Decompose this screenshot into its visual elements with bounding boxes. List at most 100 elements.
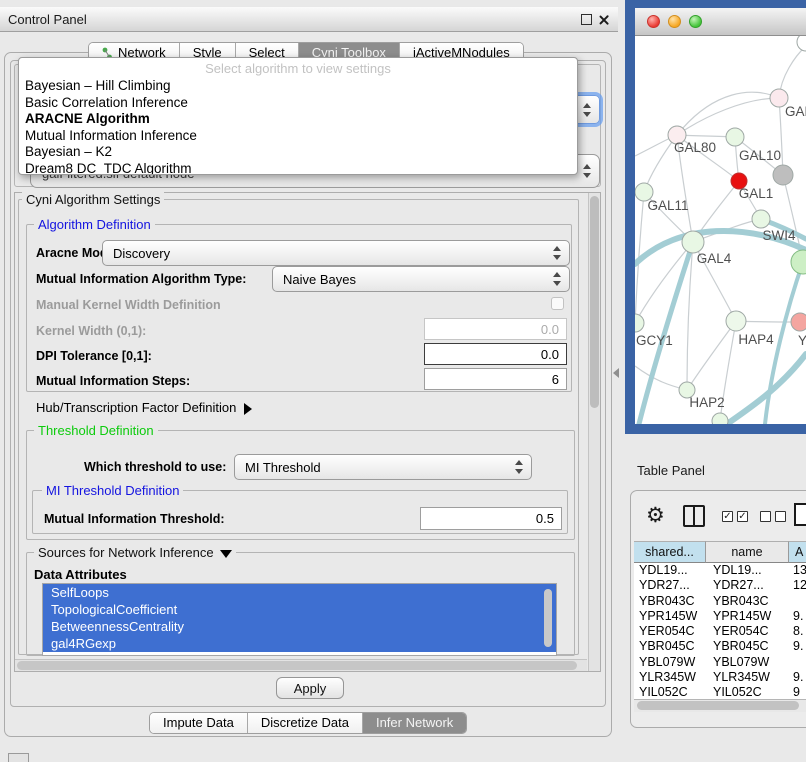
window-minimize-icon[interactable]: [668, 15, 681, 28]
mi-threshold-field[interactable]: 0.5: [420, 507, 562, 530]
which-threshold-label: Which threshold to use:: [84, 460, 226, 474]
table-cell: [789, 655, 806, 670]
table-row[interactable]: YER054CYER054C8.: [634, 624, 806, 639]
mi-steps-label: Mutual Information Steps:: [36, 374, 190, 388]
network-canvas[interactable]: GAL2 GAL80 GAL10 GAL1 GAL11 SWI4 GAL4 GC…: [635, 36, 806, 424]
data-attribute-item[interactable]: SelfLoops: [43, 584, 556, 601]
data-attribute-item[interactable]: gal4RGexp: [43, 635, 556, 652]
column-header-name[interactable]: name: [706, 541, 789, 563]
table-row[interactable]: YBL079WYBL079W: [634, 655, 806, 670]
network-window-titlebar[interactable]: [635, 8, 806, 36]
bottom-left-widget[interactable]: [8, 753, 29, 762]
table-row[interactable]: YBR045CYBR045C9.: [634, 639, 806, 654]
algorithm-popup-item[interactable]: Dream8 DC_TDC Algorithm: [19, 161, 577, 176]
table-horizontal-scrollbar-thumb[interactable]: [637, 701, 799, 710]
sources-group-title: Sources for Network Inference: [38, 545, 214, 560]
unchecked-column-icon[interactable]: [775, 511, 786, 522]
table-row[interactable]: YLR345WYLR345W9.: [634, 670, 806, 685]
table-cell: YBR045C: [706, 639, 789, 654]
node-label: GAL2: [785, 104, 806, 119]
window-close-icon[interactable]: [647, 15, 660, 28]
checked-column-icon[interactable]: ✓: [737, 511, 748, 522]
page-icon[interactable]: [794, 503, 806, 526]
cyni-bottom-tabs: Impute Data Discretize Data Infer Networ…: [149, 712, 467, 734]
manual-kernel-checkbox[interactable]: [551, 297, 564, 310]
control-panel-title: Control Panel: [8, 12, 87, 27]
table-cell: YIL052C: [706, 685, 789, 699]
table-row[interactable]: YIL052CYIL052C9: [634, 685, 806, 699]
sources-group-toggle[interactable]: Sources for Network Inference: [34, 545, 236, 560]
table-cell: YPR145W: [706, 609, 789, 624]
table-cell: [789, 594, 806, 609]
table-cell: YBR043C: [634, 594, 706, 609]
data-attributes-label: Data Attributes: [34, 567, 127, 582]
mi-steps-field[interactable]: 6: [424, 368, 567, 390]
threshold-definition-title: Threshold Definition: [34, 423, 158, 438]
node-label: GAL10: [739, 148, 781, 163]
split-panel-icon[interactable]: [683, 505, 705, 527]
node-label: GAL1: [739, 186, 774, 201]
which-threshold-combo[interactable]: MI Threshold: [234, 454, 532, 480]
algorithm-popup-item[interactable]: Basic Correlation Inference: [19, 95, 577, 112]
tab-impute-data-label: Impute Data: [163, 713, 234, 733]
table-body: YDL19...YDL19...13YDR27...YDR27...12YBR0…: [634, 563, 806, 699]
attributes-list-scrollbar[interactable]: [544, 589, 552, 647]
panel-divider-handle[interactable]: [613, 368, 619, 378]
table-cell: YPR145W: [634, 609, 706, 624]
algorithm-popup-item[interactable]: Bayesian – K2: [19, 144, 577, 161]
mi-threshold-label: Mutual Information Threshold:: [44, 512, 225, 526]
mi-type-label: Mutual Information Algorithm Type:: [36, 272, 246, 286]
hub-definition-toggle[interactable]: Hub/Transcription Factor Definition: [36, 400, 252, 415]
algorithm-popup-item[interactable]: ARACNE Algorithm: [19, 111, 577, 128]
table-cell: 9: [789, 685, 806, 699]
table-cell: YDR27...: [706, 578, 789, 593]
table-cell: YDL19...: [634, 563, 706, 578]
node-label: GAL4: [697, 251, 732, 266]
column-header-shared-name[interactable]: shared...: [634, 541, 706, 563]
table-cell: YLR345W: [706, 670, 789, 685]
apply-button[interactable]: Apply: [276, 677, 344, 699]
settings-vertical-scrollbar-thumb[interactable]: [590, 196, 599, 408]
gear-icon[interactable]: ⚙: [646, 503, 665, 529]
node-label: GAL11: [647, 198, 688, 213]
combo-stepper-icon: [553, 246, 562, 260]
tab-infer-network[interactable]: Infer Network: [363, 713, 466, 733]
table-cell: 9.: [789, 609, 806, 624]
table-cell: YBR043C: [706, 594, 789, 609]
window-zoom-icon[interactable]: [689, 15, 702, 28]
algorithm-popup: Select algorithm to view settings Bayesi…: [18, 57, 578, 175]
aracne-mode-combo[interactable]: Discovery: [102, 240, 570, 266]
tab-impute-data[interactable]: Impute Data: [150, 713, 248, 733]
unchecked-column-icon[interactable]: [760, 511, 771, 522]
table-row[interactable]: YPR145WYPR145W9.: [634, 609, 806, 624]
table-row[interactable]: YDL19...YDL19...13: [634, 563, 806, 578]
table-cell: YDL19...: [706, 563, 789, 578]
close-panel-icon[interactable]: [598, 14, 610, 26]
tab-discretize-data[interactable]: Discretize Data: [248, 713, 363, 733]
table-row[interactable]: YDR27...YDR27...12: [634, 578, 806, 593]
table-header-row: shared... name A: [634, 541, 806, 563]
combo-stepper-icon: [583, 164, 592, 178]
hub-definition-label: Hub/Transcription Factor Definition: [36, 400, 236, 415]
table-cell: 9.: [789, 670, 806, 685]
combo-stepper-icon: [515, 460, 524, 474]
algorithm-popup-item[interactable]: Mutual Information Inference: [19, 128, 577, 145]
dpi-tolerance-field[interactable]: 0.0: [424, 343, 567, 365]
mi-type-combo[interactable]: Naive Bayes: [272, 266, 570, 292]
checked-column-icon[interactable]: ✓: [722, 511, 733, 522]
table-row[interactable]: YBR043CYBR043C: [634, 594, 806, 609]
mi-type-value: Naive Bayes: [283, 272, 356, 287]
manual-kernel-label: Manual Kernel Width Definition: [36, 298, 221, 312]
column-header-partial[interactable]: A: [789, 541, 806, 563]
data-attribute-item[interactable]: BetweennessCentrality: [43, 618, 556, 635]
app-root: Control Panel Network Style Select Cyni …: [0, 0, 806, 762]
algorithm-popup-item[interactable]: Bayesian – Hill Climbing: [19, 78, 577, 95]
data-attributes-list: SelfLoopsTopologicalCoefficientBetweenne…: [42, 583, 557, 656]
data-attribute-item[interactable]: TopologicalCoefficient: [43, 601, 556, 618]
settings-horizontal-scrollbar-thumb[interactable]: [17, 661, 577, 670]
table-cell: YLR345W: [634, 670, 706, 685]
table-cell: YBR045C: [634, 639, 706, 654]
kernel-width-field[interactable]: 0.0: [424, 318, 567, 340]
float-panel-icon[interactable]: [581, 14, 592, 25]
node-label: GCY1: [636, 333, 673, 348]
